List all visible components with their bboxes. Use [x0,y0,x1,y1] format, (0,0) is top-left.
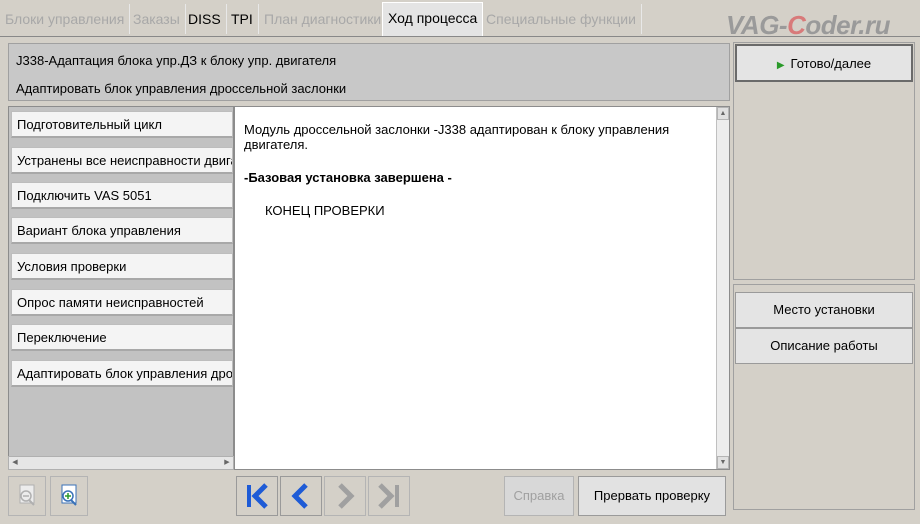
next-step-button[interactable] [324,476,366,516]
status-text: -Базовая установка завершена - [244,170,452,185]
function-description-button[interactable]: Описание работы [735,328,913,364]
steps-horizontal-scrollbar[interactable]: ◀ ▶ [8,456,234,470]
installation-location-button[interactable]: Место установки [735,292,913,328]
tab-diss[interactable]: DISS [183,4,227,34]
instruction-text: Модуль дроссельной заслонки -J338 адапти… [244,122,670,152]
scroll-down-icon[interactable]: ▼ [717,456,729,469]
abort-test-button[interactable]: Прервать проверку [578,476,726,516]
zoom-out-icon [19,484,35,506]
tab-diagnostic-plan: План диагностики [259,4,388,34]
tab-special-functions: Специальные функции [481,4,642,34]
step-item[interactable]: Опрос памяти неисправностей [11,289,233,316]
zoom-in-icon [61,484,77,506]
scroll-up-icon[interactable]: ▲ [717,107,729,120]
tab-orders: Заказы [128,4,186,34]
skip-to-end-icon [378,483,399,509]
watermark-logo: VAG-Coder.ru [726,10,890,40]
zoom-out-button[interactable] [8,476,46,516]
skip-to-start-icon [247,483,268,509]
play-icon: ▶ [776,60,785,71]
help-button[interactable]: Справка [504,476,574,516]
ready-next-button[interactable]: ▶ Готово/далее [735,44,913,82]
step-item[interactable]: Переключение [11,324,233,351]
step-item[interactable]: Устранены все неисправности двигателя [11,147,233,174]
procedure-header: J338-Адаптация блока упр.ДЗ к блоку упр.… [8,43,730,101]
scroll-right-icon[interactable]: ▶ [221,457,233,469]
chevron-left-icon [291,483,308,509]
tab-process[interactable]: Ход процесса [382,2,484,36]
scroll-left-icon[interactable]: ◀ [9,457,21,469]
procedure-title: J338-Адаптация блока упр.ДЗ к блоку упр.… [16,53,337,68]
step-item[interactable]: Подготовительный цикл [11,111,233,138]
tab-tpi[interactable]: TPI [226,4,259,34]
last-step-button[interactable] [368,476,410,516]
step-item[interactable]: Вариант блока управления [11,217,233,244]
step-item[interactable]: Подключить VAS 5051 [11,182,233,209]
content-vertical-scrollbar[interactable]: ▲ ▼ [716,107,729,469]
steps-list: Подготовительный цикл Устранены все неис… [8,106,234,470]
chevron-right-icon [338,483,355,509]
first-step-button[interactable] [236,476,278,516]
end-of-test-text: КОНЕЦ ПРОВЕРКИ [265,203,385,218]
step-item-current[interactable]: Адаптировать блок управления дроссельной… [11,360,233,387]
step-item[interactable]: Условия проверки [11,253,233,280]
previous-step-button[interactable] [280,476,322,516]
instruction-panel: Модуль дроссельной заслонки -J338 адапти… [234,106,730,470]
procedure-subtitle: Адаптировать блок управления дроссельной… [16,81,347,96]
zoom-in-button[interactable] [50,476,88,516]
tab-control-units: Блоки управления [0,4,131,34]
